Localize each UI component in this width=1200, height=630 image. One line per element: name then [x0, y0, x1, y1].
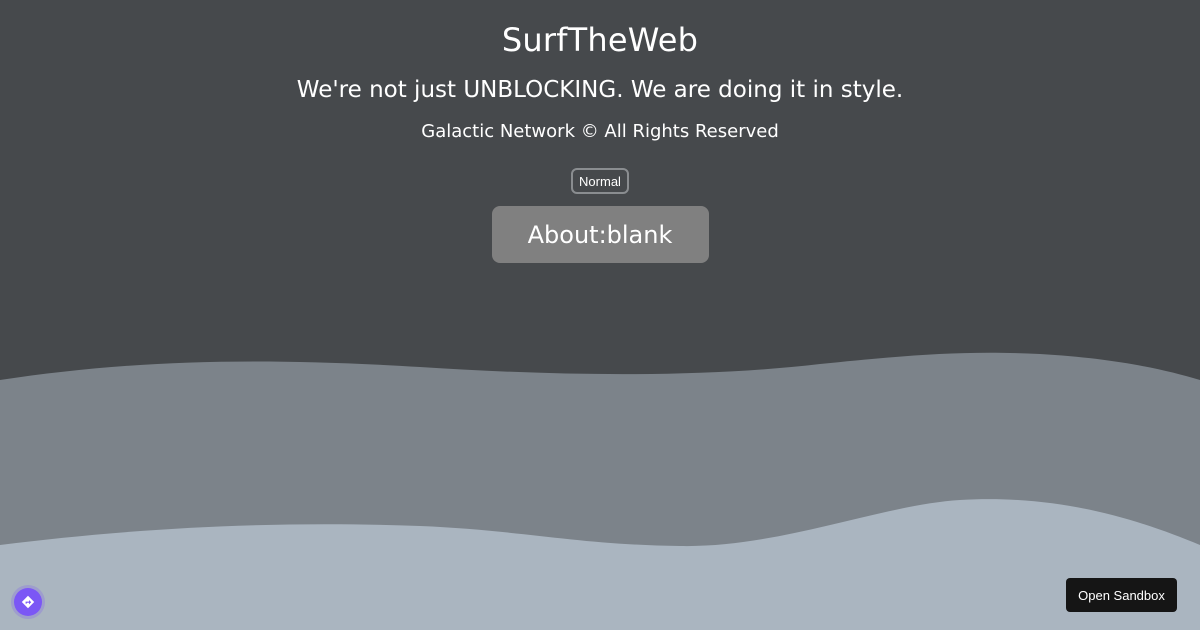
- main-content: SurfTheWeb We're not just UNBLOCKING. We…: [0, 0, 1200, 263]
- mode-toggle-button[interactable]: Normal: [571, 168, 629, 194]
- open-sandbox-button[interactable]: Open Sandbox: [1066, 578, 1177, 612]
- diamond-arrow-icon: [21, 595, 35, 609]
- copyright-text: Galactic Network © All Rights Reserved: [421, 121, 779, 142]
- aboutblank-button[interactable]: About:blank: [491, 206, 709, 263]
- tagline: We're not just UNBLOCKING. We are doing …: [296, 77, 904, 103]
- site-title: SurfTheWeb: [501, 21, 699, 59]
- corner-badge-button[interactable]: [14, 588, 42, 616]
- page: SurfTheWeb We're not just UNBLOCKING. We…: [0, 0, 1200, 630]
